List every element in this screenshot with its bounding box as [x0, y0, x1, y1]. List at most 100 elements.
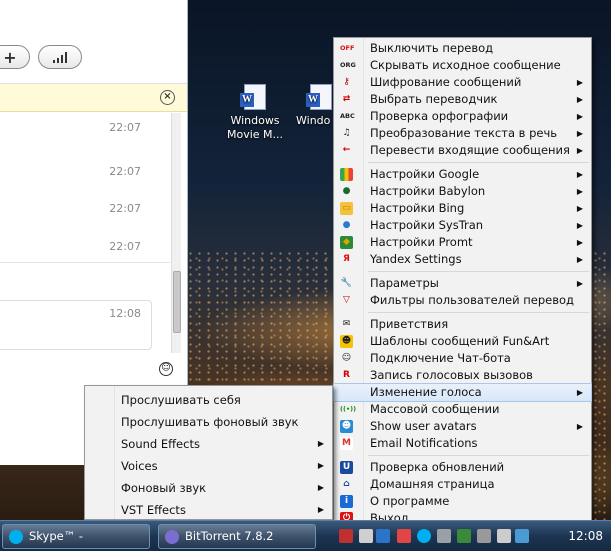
menu-item-label: Приветствия [370, 317, 449, 331]
close-icon[interactable]: × [160, 90, 175, 105]
submenu-arrow-icon: ▶ [317, 439, 324, 448]
menu-item[interactable]: ← Перевести входящие сообщения ▶ [334, 142, 591, 159]
submenu-arrow-icon: ▶ [576, 112, 583, 121]
menu-item[interactable]: ⇄ Выбрать переводчик ▶ [334, 91, 591, 108]
add-button[interactable]: + [0, 45, 30, 69]
menu-item-label: Домашняя страница [370, 477, 495, 491]
menu-item-label: Фильтры пользователей перевод [370, 293, 574, 307]
menu-item[interactable]: OFF Выключить перевод [334, 40, 591, 57]
menu-item[interactable]: ☻ Show user avatars ▶ [334, 418, 591, 435]
menu-separator [334, 452, 591, 459]
key-icon: ⚷ [343, 77, 350, 87]
menu-item[interactable]: ▽ Фильтры пользователей перевод [334, 292, 591, 309]
menu-item[interactable]: ((•)) Массовой сообщении [334, 401, 591, 418]
menu-item[interactable]: Прослушивать себя [85, 389, 332, 411]
submenu-arrow-icon: ▶ [576, 255, 583, 264]
tray-icon-flag[interactable] [339, 529, 353, 543]
taskbar-button-label: BitTorrent 7.8.2 [185, 529, 274, 543]
menu-item[interactable]: ⚷ Шифрование сообщений ▶ [334, 74, 591, 91]
menu-item[interactable]: i О программе [334, 493, 591, 510]
taskbar-button-skype[interactable]: Skype™ - [2, 524, 150, 549]
menu-item[interactable]: Изменение голоса ▶ [333, 383, 592, 402]
menu-item[interactable]: ORG Скрывать исходное сообщение [334, 57, 591, 74]
tray-icon-5[interactable] [477, 529, 491, 543]
message-time: 22:07 [109, 202, 141, 215]
message-input[interactable]: 12:08 [0, 300, 152, 350]
submenu-arrow-icon: ▶ [576, 146, 583, 155]
menu-item[interactable]: Прослушивать фоновый звук [85, 411, 332, 433]
menu-item-label: Настройки SysTran [370, 218, 484, 232]
tray-icon-6[interactable] [497, 529, 511, 543]
menu-item[interactable]: ● Настройки Babylon ▶ [334, 183, 591, 200]
submenu-arrow-icon: ▶ [576, 170, 583, 179]
menu-item[interactable]: 🔧 Параметры ▶ [334, 275, 591, 292]
taskbar-clock[interactable]: 12:08 [568, 521, 603, 551]
message-time: 22:07 [109, 121, 141, 134]
menu-item[interactable]: VST Effects ▶ [85, 499, 332, 521]
voice-change-submenu: Прослушивать себя Прослушивать фоновый зв… [84, 385, 333, 520]
menu-item[interactable]: ▭ Настройки Bing ▶ [334, 200, 591, 217]
tray-icon-1[interactable] [359, 529, 373, 543]
tray-icon-network[interactable] [515, 529, 529, 543]
orig-icon: ORG [340, 61, 356, 69]
menu-item-label: Show user avatars [370, 419, 477, 433]
call-quality-button[interactable] [38, 45, 82, 69]
systran-icon: ● [342, 220, 351, 230]
promt-icon: ◆ [340, 236, 353, 249]
word-document-icon: W [306, 84, 332, 110]
menu-item-label: Преобразование текста в речь [370, 126, 558, 140]
menu-item[interactable]: M Email Notifications [334, 435, 591, 452]
taskbar-button-label: Skype™ - [29, 529, 84, 543]
menu-item[interactable]: ☻ Шаблоны сообщений Fun&Art [334, 333, 591, 350]
menu-item-label: О программе [370, 494, 450, 508]
menu-item[interactable]: Sound Effects ▶ [85, 433, 332, 455]
message-time: 22:07 [109, 240, 141, 253]
menu-item-label: Выключить перевод [370, 41, 494, 55]
skype-toolbar: + [0, 0, 187, 84]
menu-separator [334, 159, 591, 166]
menu-item-label: Фоновый звук [121, 481, 207, 495]
notification-bar: × [0, 84, 187, 112]
desktop-icon-windows-movie-maker[interactable]: W Windows Movie M... [220, 84, 290, 142]
taskbar-button-bittorrent[interactable]: BitTorrent 7.8.2 [158, 524, 316, 549]
menu-item[interactable]: ✉ Приветствия [334, 316, 591, 333]
menu-item[interactable]: U Проверка обновлений [334, 459, 591, 476]
smiley-icon: ☻ [340, 335, 353, 348]
menu-item[interactable]: ◆ Настройки Promt ▶ [334, 234, 591, 251]
scrollbar[interactable] [171, 113, 181, 353]
menu-item[interactable]: R Запись голосовых вызовов [334, 367, 591, 384]
bot-icon: ☺ [341, 353, 352, 363]
menu-item[interactable]: ☺ Подключение Чат-бота [334, 350, 591, 367]
submenu-arrow-icon: ▶ [576, 422, 583, 431]
menu-item-label: Voices [121, 459, 158, 473]
submenu-arrow-icon: ▶ [576, 221, 583, 230]
menu-item[interactable]: ● Настройки SysTran ▶ [334, 217, 591, 234]
menu-item[interactable]: ABC Проверка орфографии ▶ [334, 108, 591, 125]
tray-icon-keyboard[interactable] [376, 529, 390, 543]
menu-item[interactable]: ⌂ Домашняя страница [334, 476, 591, 493]
scrollbar-thumb[interactable] [173, 271, 181, 333]
off-icon: OFF [340, 44, 355, 52]
tray-icon-3[interactable] [437, 529, 451, 543]
tray-icon-2[interactable] [397, 529, 411, 543]
menu-item[interactable]: Фоновый звук ▶ [85, 477, 332, 499]
update-icon: U [340, 461, 353, 474]
menu-item-label: Настройки Promt [370, 235, 473, 249]
tray-icon-skype[interactable] [417, 529, 431, 543]
menu-item[interactable]: ♫ Преобразование текста в речь ▶ [334, 125, 591, 142]
menu-item[interactable]: Я Yandex Settings ▶ [334, 251, 591, 268]
tray-icon-4[interactable] [457, 529, 471, 543]
babylon-icon: ● [342, 186, 351, 196]
menu-item-label: Настройки Google [370, 167, 480, 181]
menu-item-label: Скрывать исходное сообщение [370, 58, 561, 72]
info-icon: i [340, 495, 353, 508]
abc-spellcheck-icon: ABC [340, 112, 355, 120]
emoticon-icon[interactable]: ☺ [159, 362, 173, 376]
submenu-arrow-icon: ▶ [576, 78, 583, 87]
menu-item[interactable]: Настройки Google ▶ [334, 166, 591, 183]
menu-item[interactable]: Voices ▶ [85, 455, 332, 477]
menu-separator [334, 309, 591, 316]
menu-item-label: Шаблоны сообщений Fun&Art [370, 334, 550, 348]
signal-bars-icon [53, 52, 67, 63]
submenu-arrow-icon: ▶ [317, 461, 324, 470]
